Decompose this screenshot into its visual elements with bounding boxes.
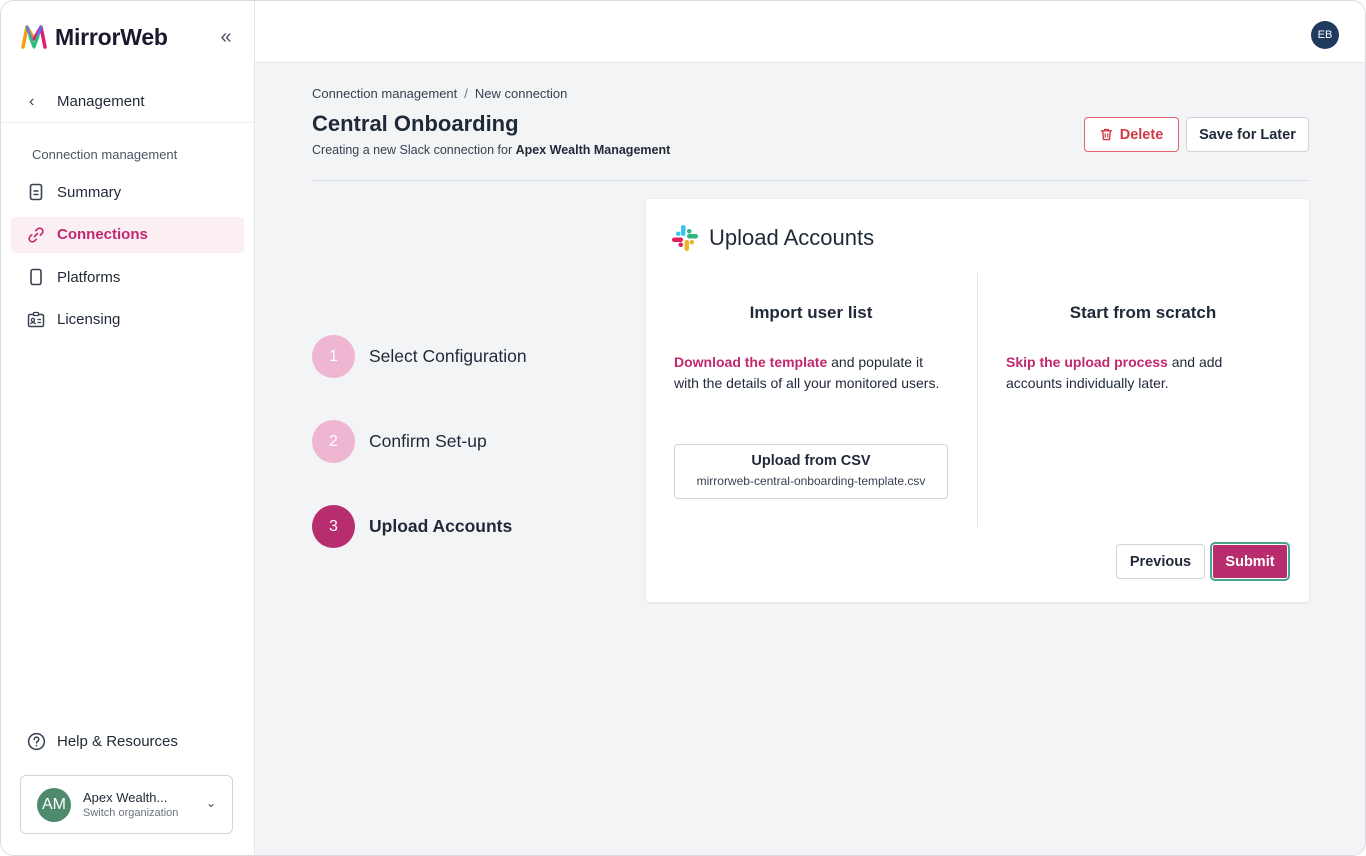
help-label: Help & Resources xyxy=(57,733,178,750)
user-avatar[interactable]: EB xyxy=(1311,21,1339,49)
sidebar-item-label: Connections xyxy=(57,226,148,243)
page-subtitle: Creating a new Slack connection for Apex… xyxy=(312,143,670,157)
logo[interactable]: MirrorWeb xyxy=(21,23,168,51)
upload-file-name: mirrorweb-central-onboarding-template.cs… xyxy=(696,474,926,488)
brand-name: MirrorWeb xyxy=(55,23,168,50)
scratch-description: Skip the upload process and add accounts… xyxy=(1006,352,1280,394)
collapse-sidebar-icon[interactable]: « xyxy=(213,25,239,49)
sidebar-item-label: Licensing xyxy=(57,311,121,328)
mirrorweb-logo-icon xyxy=(21,25,47,49)
card-title: Upload Accounts xyxy=(670,223,874,253)
org-name: Apex Wealth... xyxy=(83,790,168,805)
import-description: Download the template and populate it wi… xyxy=(674,352,948,394)
sidebar-item-summary[interactable]: Summary xyxy=(11,174,244,210)
page-title: Central Onboarding xyxy=(312,111,519,136)
upload-title: Upload from CSV xyxy=(751,453,871,469)
back-label: Management xyxy=(57,93,145,110)
document-icon xyxy=(27,183,45,201)
organization-switcher[interactable]: AM Apex Wealth... Switch organization ⌄ xyxy=(20,775,233,834)
subtitle-org: Apex Wealth Management xyxy=(515,143,671,157)
trash-icon xyxy=(1100,128,1113,141)
sidebar-item-connections[interactable]: Connections xyxy=(11,216,244,253)
sidebar-item-label: Platforms xyxy=(57,268,121,286)
sidebar-item-label: Summary xyxy=(57,183,122,201)
breadcrumb: Connection management / New connection xyxy=(312,86,567,101)
chevron-down-icon: ⌄ xyxy=(205,796,216,810)
save-for-later-button[interactable]: Save for Later xyxy=(1186,117,1309,152)
step-confirm-setup: 2 Confirm Set-up xyxy=(312,420,487,463)
org-text: Apex Wealth... Switch organization xyxy=(83,790,178,819)
upload-csv-button[interactable]: Upload from CSV mirrorweb-central-onboar… xyxy=(674,444,948,499)
device-icon xyxy=(27,268,45,286)
sidebar-item-licensing[interactable]: Licensing xyxy=(11,302,244,338)
id-card-icon xyxy=(27,311,45,329)
back-to-management-link[interactable]: ‹ Management xyxy=(1,81,254,123)
step-number: 2 xyxy=(312,420,355,463)
step-label: Upload Accounts xyxy=(369,516,513,536)
link-icon xyxy=(27,226,45,244)
column-divider xyxy=(977,273,978,527)
previous-button[interactable]: Previous xyxy=(1116,544,1205,579)
import-heading: Import user list xyxy=(749,303,873,322)
nav-section-label: Connection management xyxy=(32,147,178,162)
breadcrumb-separator: / xyxy=(464,86,468,101)
skip-upload-link[interactable]: Skip the upload process xyxy=(1006,354,1168,370)
step-number: 1 xyxy=(312,335,355,378)
delete-label: Delete xyxy=(1119,126,1164,143)
header-divider xyxy=(312,180,1309,181)
topbar: EB xyxy=(255,1,1365,63)
delete-button[interactable]: Delete xyxy=(1084,117,1179,152)
subtitle-text: Creating a new Slack connection for xyxy=(312,143,516,157)
submit-button[interactable]: Submit xyxy=(1210,542,1290,581)
org-avatar: AM xyxy=(37,787,71,822)
sidebar-nav: Summary Connections Platforms Licensing xyxy=(11,174,244,344)
download-template-link[interactable]: Download the template xyxy=(674,354,827,370)
step-select-configuration: 1 Select Configuration xyxy=(312,335,527,378)
sidebar: MirrorWeb « ‹ Management Connection mana… xyxy=(1,1,255,855)
help-resources-link[interactable]: Help & Resources xyxy=(27,732,178,751)
breadcrumb-item-connection-management[interactable]: Connection management xyxy=(312,86,457,101)
app-window: MirrorWeb « ‹ Management Connection mana… xyxy=(0,0,1366,856)
breadcrumb-item-new-connection: New connection xyxy=(474,86,568,101)
sidebar-item-platforms[interactable]: Platforms xyxy=(11,259,244,295)
slack-icon xyxy=(672,225,698,251)
card-title-text: Upload Accounts xyxy=(709,225,875,250)
step-number: 3 xyxy=(312,505,355,548)
org-switch-hint: Switch organization xyxy=(83,807,179,819)
question-circle-icon xyxy=(27,732,46,751)
scratch-heading: Start from scratch xyxy=(1069,303,1217,322)
chevron-left-icon: ‹ xyxy=(29,92,35,110)
step-label: Select Configuration xyxy=(369,346,527,366)
upload-accounts-card: Upload Accounts Import user list Downloa… xyxy=(646,199,1309,602)
step-label: Confirm Set-up xyxy=(369,431,487,451)
step-upload-accounts: 3 Upload Accounts xyxy=(312,505,512,548)
